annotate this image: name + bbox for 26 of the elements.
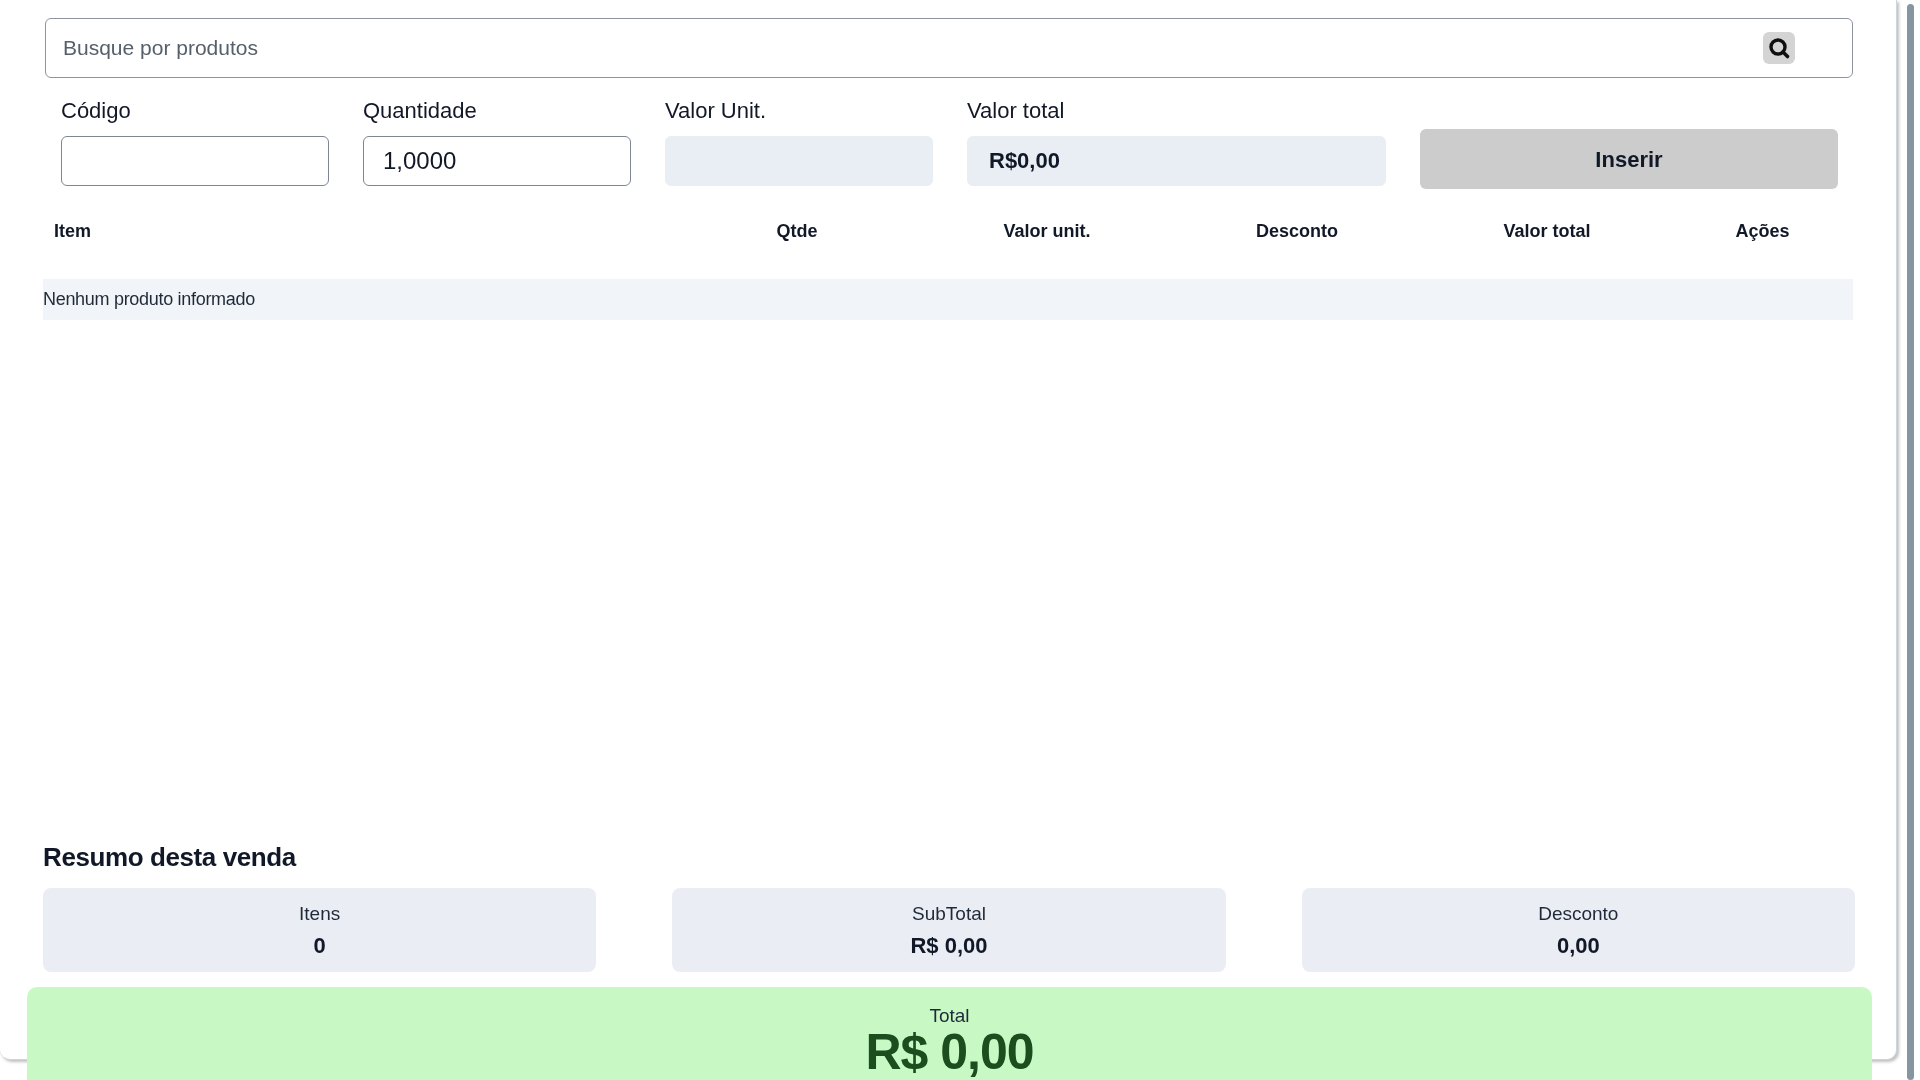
scrollbar[interactable] — [1907, 4, 1914, 1080]
insert-button[interactable]: Inserir — [1420, 129, 1838, 189]
column-header: Ações — [1735, 220, 1790, 241]
summary-label: Desconto — [1538, 902, 1619, 926]
column-header: Item — [54, 220, 91, 241]
column-header: Valor total — [1503, 220, 1591, 241]
total-label: Total — [929, 1005, 970, 1027]
summary-label: SubTotal — [912, 902, 986, 926]
summary-title: Resumo desta venda — [43, 841, 296, 873]
search-field[interactable]: Busque por produtos — [45, 18, 1853, 78]
summary-value: 0,00 — [1556, 932, 1600, 960]
field-label: Quantidade — [363, 98, 477, 124]
summary-value: R$ 0,00 — [910, 932, 988, 960]
field-label: Código — [61, 98, 131, 124]
summary-label: Itens — [299, 902, 341, 926]
total-value: R$ 0,00 — [865, 1027, 1034, 1077]
input-field[interactable]: 1,0000 — [363, 136, 631, 186]
column-header: Valor unit. — [1003, 220, 1091, 241]
input-field[interactable] — [61, 136, 329, 186]
empty-message: Nenhum produto informado — [43, 288, 255, 311]
column-header: Desconto — [1256, 220, 1338, 241]
field-label: Valor total — [967, 98, 1065, 124]
column-header: Qtde — [776, 220, 818, 241]
summary-value: 0 — [313, 932, 326, 960]
search-icon[interactable] — [1763, 32, 1795, 64]
field-label: Valor Unit. — [665, 98, 767, 124]
